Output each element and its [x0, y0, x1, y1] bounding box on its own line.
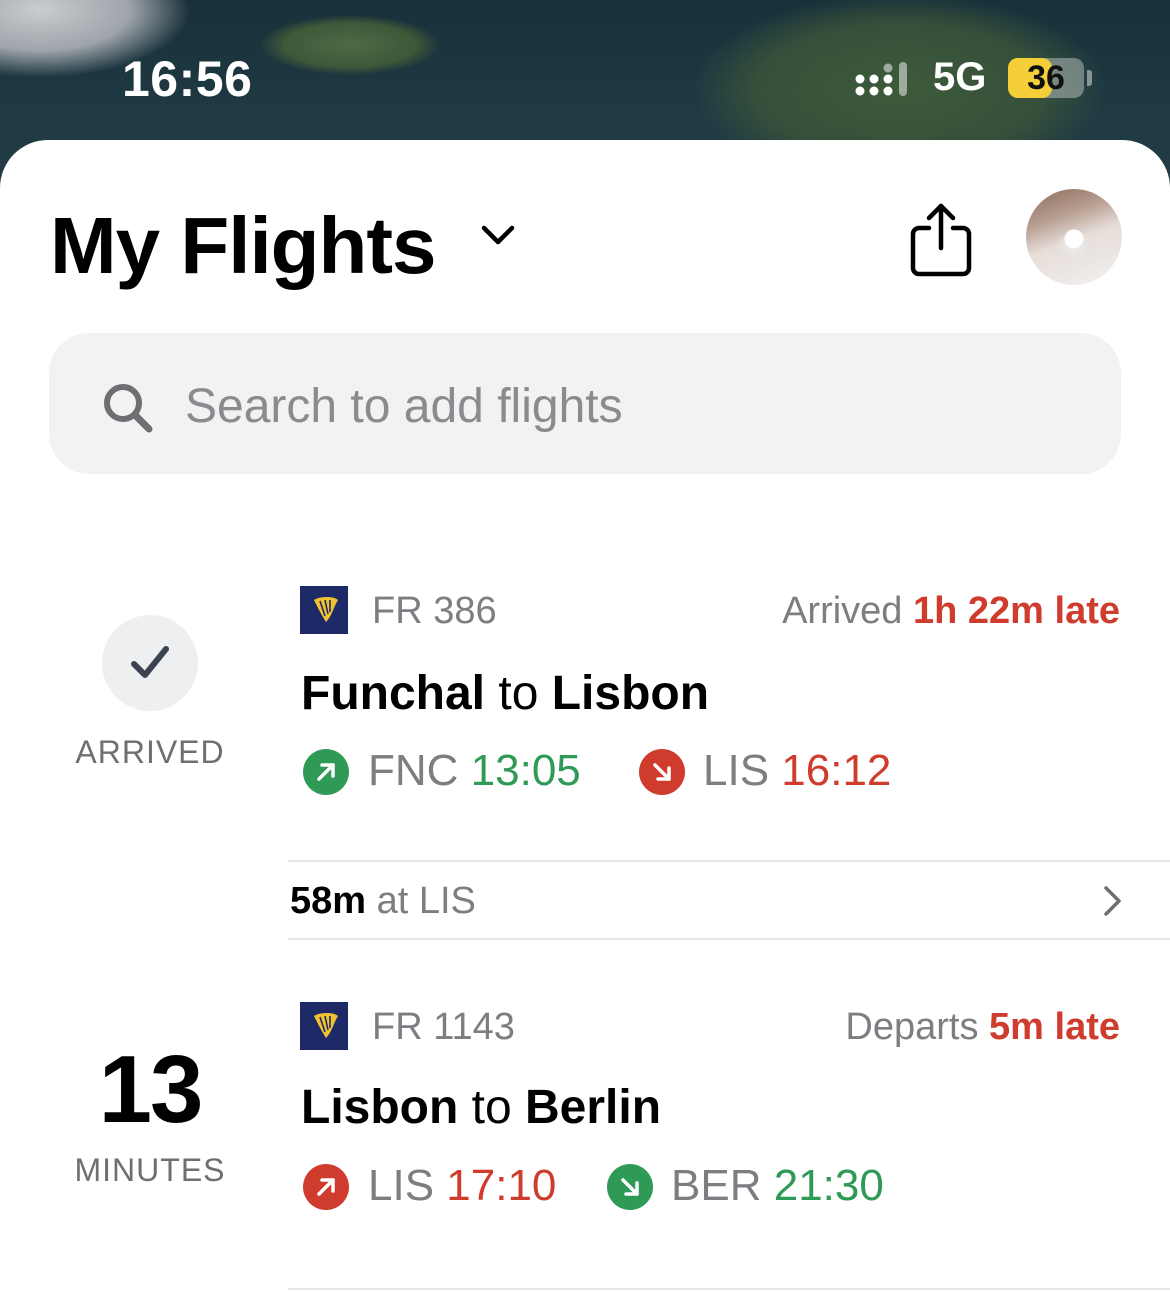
layover-info: 58m at LIS — [290, 880, 476, 923]
chevron-right-icon — [1104, 886, 1121, 916]
layover-row[interactable]: 58m at LIS — [288, 862, 1170, 938]
checkmark-icon — [131, 646, 169, 678]
arrival-code: BER — [671, 1161, 762, 1210]
flight-status: Departs 5m late — [845, 1006, 1120, 1049]
ryanair-logo — [300, 1002, 348, 1050]
avatar[interactable] — [1026, 189, 1122, 285]
flight-number: FR 1143 — [372, 1006, 515, 1048]
arrival-airport: BER 21:30 — [671, 1161, 884, 1211]
flight-status-label: ARRIVED — [75, 734, 225, 770]
harp-icon — [314, 1013, 338, 1038]
search-icon — [104, 384, 153, 433]
departure-time: 17:10 — [446, 1161, 557, 1210]
layover-location: at LIS — [366, 880, 476, 922]
page-title[interactable]: My Flights — [50, 200, 437, 292]
status-time: 16:56 — [122, 51, 253, 107]
route-connector: to — [485, 667, 552, 720]
arrival-code: LIS — [703, 746, 770, 795]
arrival-time: 21:30 — [773, 1161, 884, 1210]
route-origin: Funchal — [301, 667, 486, 720]
departure-time: 13:05 — [470, 746, 581, 795]
arrow-up-right-icon — [303, 1164, 349, 1210]
arrival-time: 16:12 — [781, 746, 892, 795]
cellular-signal-icon — [855, 62, 907, 96]
countdown-unit: MINUTES — [74, 1152, 226, 1188]
route-destination: Berlin — [525, 1081, 662, 1134]
arrow-up-right-icon — [303, 749, 349, 795]
search-input[interactable] — [183, 370, 1087, 442]
departure-code: LIS — [368, 1161, 435, 1210]
departure-airport: FNC 13:05 — [368, 746, 581, 796]
share-icon[interactable] — [905, 200, 977, 280]
flight-delay: 1h 22m late — [913, 590, 1120, 632]
arrival-airport: LIS 16:12 — [703, 746, 891, 796]
countdown-value: 13 — [98, 1036, 204, 1143]
arrived-status-badge — [102, 615, 198, 711]
flights-sheet: My Flights ARRIVED FR 386 Arrived 1h 22m — [0, 140, 1170, 1291]
battery-cap — [1087, 70, 1092, 86]
route-origin: Lisbon — [301, 1081, 459, 1134]
chevron-down-icon[interactable] — [478, 220, 518, 250]
flight-delay: 5m late — [989, 1006, 1120, 1048]
harp-icon — [314, 597, 338, 622]
network-type: 5G — [933, 55, 987, 99]
route-connector: to — [458, 1081, 526, 1134]
battery-percent: 36 — [1027, 59, 1065, 97]
battery-indicator: 36 — [1008, 58, 1084, 98]
flight-route: Funchal to Lisbon — [301, 666, 709, 721]
departure-code: FNC — [368, 746, 459, 795]
flight-status-prefix: Departs — [845, 1006, 990, 1048]
arrow-down-right-icon — [607, 1164, 653, 1210]
flight-status: Arrived 1h 22m late — [782, 590, 1120, 633]
departure-airport: LIS 17:10 — [368, 1161, 556, 1211]
layover-duration: 58m — [290, 880, 367, 922]
divider — [288, 938, 1170, 940]
arrow-down-right-icon — [639, 749, 685, 795]
flight-number: FR 386 — [372, 590, 497, 632]
status-bar: 16:56 5G 36 — [0, 0, 1170, 140]
flight-status-prefix: Arrived — [782, 590, 913, 632]
flight-route: Lisbon to Berlin — [301, 1080, 661, 1135]
route-destination: Lisbon — [551, 667, 710, 720]
divider — [288, 1288, 1170, 1290]
ryanair-logo — [300, 586, 348, 634]
